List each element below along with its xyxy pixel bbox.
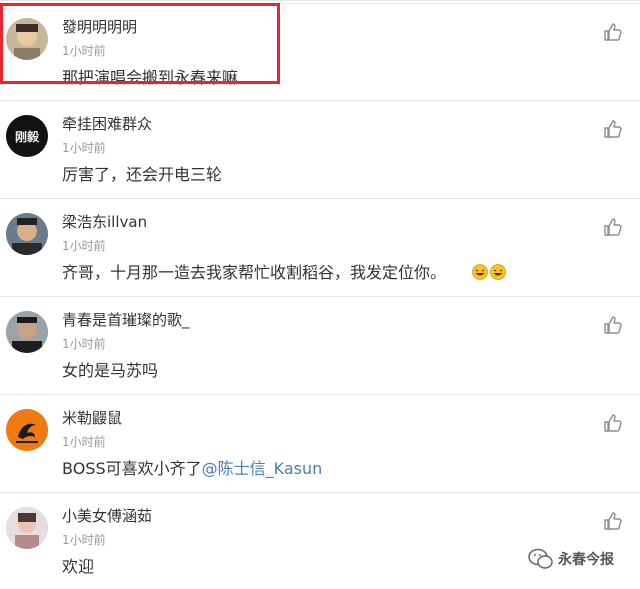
watermark-label: 永春今报 [558, 552, 614, 568]
username[interactable]: 米勒鼹鼠 [62, 407, 122, 428]
comment-text-body: 齐哥，十月那一造去我家帮忙收割稻谷，我发定位你。 [62, 263, 447, 282]
comment-time: 1小时前 [62, 533, 106, 547]
username[interactable]: 小美女傅涵茹 [62, 505, 152, 526]
comment-text-body: BOSS可喜欢小齐了 [62, 459, 202, 478]
laughing-emoji-icon [490, 264, 506, 280]
thumbs-up-icon[interactable] [603, 22, 623, 42]
comment-text: 厉害了，还会开电三轮 [62, 165, 223, 184]
user-mention-link[interactable]: @陈士信_Kasun [202, 459, 323, 478]
thumbs-up-icon[interactable] [603, 511, 623, 531]
svg-text:刚毅: 刚毅 [15, 129, 40, 144]
username[interactable]: 梁浩东illvan [62, 211, 147, 232]
username[interactable]: 發明明明明 [62, 16, 137, 37]
comment-time: 1小时前 [62, 337, 106, 351]
comment-time: 1小时前 [62, 435, 106, 449]
thumbs-up-icon[interactable] [603, 217, 623, 237]
thumbs-up-icon[interactable] [603, 413, 623, 433]
comment-item: 發明明明明 1小时前 那把演唱会搬到永春来嘛 [0, 3, 640, 100]
comment-text: BOSS可喜欢小齐了@陈士信_Kasun [62, 455, 322, 479]
comment-item: 刚毅 牵挂困难群众 1小时前 厉害了，还会开电三轮 [0, 100, 640, 197]
top-divider [0, 0, 640, 1]
comment-item: 小美女傅涵茹 1小时前 欢迎 [0, 492, 640, 589]
comment-time: 1小时前 [62, 44, 106, 58]
comment-item: 米勒鼹鼠 1小时前 BOSS可喜欢小齐了@陈士信_Kasun [0, 394, 640, 491]
user-avatar[interactable]: 刚毅 [6, 115, 48, 157]
user-avatar[interactable] [6, 18, 48, 60]
user-avatar[interactable] [6, 409, 48, 451]
username[interactable]: 牵挂困难群众 [62, 113, 152, 134]
user-avatar[interactable] [6, 213, 48, 255]
wechat-icon [528, 548, 553, 569]
comment-text: 那把演唱会搬到永春来嘛 [62, 68, 239, 87]
laughing-emoji-icon [472, 264, 488, 280]
username[interactable]: 青春是首璀璨的歌_ [62, 309, 190, 330]
user-avatar[interactable] [6, 507, 48, 549]
comment-item: 青春是首璀璨的歌_ 1小时前 女的是马苏吗 [0, 296, 640, 393]
comment-item: 梁浩东illvan 1小时前 齐哥，十月那一造去我家帮忙收割稻谷，我发定位你。 [0, 198, 640, 295]
user-avatar[interactable] [6, 311, 48, 353]
thumbs-up-icon[interactable] [603, 315, 623, 335]
comment-time: 1小时前 [62, 141, 106, 155]
comment-text: 齐哥，十月那一造去我家帮忙收割稻谷，我发定位你。 [62, 259, 506, 283]
comment-time: 1小时前 [62, 239, 106, 253]
thumbs-up-icon[interactable] [603, 119, 623, 139]
comment-text: 女的是马苏吗 [62, 361, 159, 380]
watermark: 永春今报 [528, 545, 638, 573]
comment-text: 欢迎 [62, 557, 95, 576]
